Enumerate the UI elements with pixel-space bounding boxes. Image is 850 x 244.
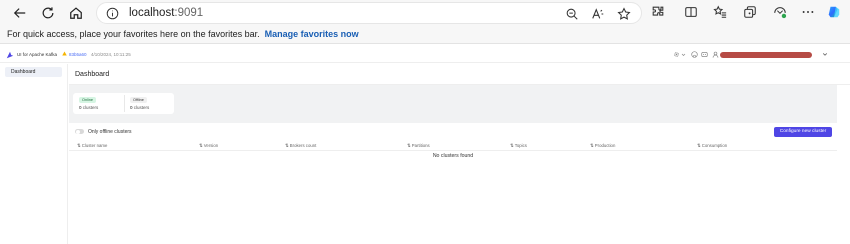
divider	[124, 95, 125, 112]
manage-favorites-link[interactable]: Manage favorites now	[265, 29, 359, 39]
column-header-cluster-name[interactable]: ⇅ Cluster name	[77, 143, 107, 149]
offline-toggle-label: Only offline clusters	[88, 129, 132, 135]
back-arrow-icon[interactable]	[10, 3, 30, 23]
column-header-version[interactable]: ⇅ Version	[199, 143, 218, 149]
empty-table-message: No clusters found	[432, 153, 474, 159]
favorites-bar: For quick access, place your favorites h…	[0, 26, 850, 44]
cluster-stats-card: Online 0 clusters Offline 0 clusters	[73, 93, 174, 114]
cluster-stats-panel: Online 0 clusters Offline 0 clusters	[69, 85, 837, 123]
favorite-star-icon[interactable]	[617, 7, 631, 21]
column-header-topics[interactable]: ⇅ Topics	[510, 143, 527, 149]
warning-icon	[62, 51, 67, 56]
refresh-icon[interactable]	[38, 3, 58, 23]
address-bar[interactable]: localhost:9091	[96, 2, 642, 24]
home-icon[interactable]	[66, 3, 86, 23]
column-header-consumption[interactable]: ⇅ Consumption	[697, 143, 727, 149]
user-icon[interactable]	[712, 51, 719, 58]
kafka-ui-logo-icon[interactable]	[6, 51, 14, 59]
online-clusters-count: 0 clusters	[79, 105, 99, 110]
split-screen-icon[interactable]	[683, 4, 699, 20]
favorites-icon[interactable]	[712, 4, 728, 20]
url-text[interactable]: localhost:9091	[129, 6, 203, 21]
version-date: 4/10/2024, 10:11:25	[91, 52, 131, 57]
app-header: UI for Apache Kafka 83b5a60 4/10/2024, 1…	[0, 48, 850, 63]
sidebar-item-dashboard[interactable]: Dashboard	[5, 67, 62, 77]
info-icon[interactable]	[106, 7, 119, 20]
zoom-out-icon[interactable]	[565, 7, 579, 21]
page-title: Dashboard	[75, 71, 110, 78]
extensions-icon[interactable]	[650, 4, 666, 20]
browser-essentials-icon[interactable]	[772, 4, 788, 20]
user-menu-chevron-icon[interactable]	[822, 51, 828, 57]
main-content: Dashboard Online 0 clusters Offline 0 cl…	[69, 64, 850, 244]
redacted-username	[720, 52, 812, 58]
github-icon[interactable]	[691, 51, 698, 58]
clusters-table-header: ⇅ Cluster name ⇅ Version ⇅ Brokers count…	[69, 141, 837, 151]
version-hash-link[interactable]: 83b5a60	[69, 52, 87, 57]
configure-new-cluster-button[interactable]: Configure new cluster	[774, 127, 832, 137]
favorites-prompt: For quick access, place your favorites h…	[7, 29, 359, 39]
column-header-production[interactable]: ⇅ Production	[590, 143, 615, 149]
browser-toolbar: localhost:9091	[0, 0, 850, 26]
discord-icon[interactable]	[701, 51, 708, 58]
offline-clusters-count: 0 clusters	[130, 105, 150, 110]
app-brand[interactable]: UI for Apache Kafka	[17, 52, 57, 57]
theme-gear-icon[interactable]	[673, 51, 680, 58]
online-badge: Online	[79, 97, 96, 103]
column-header-brokers-count[interactable]: ⇅ Brokers count	[285, 143, 316, 149]
theme-chevron-icon[interactable]	[681, 51, 686, 58]
copilot-icon[interactable]	[826, 4, 842, 20]
offline-clusters-toggle[interactable]	[75, 129, 84, 134]
collections-icon[interactable]	[742, 4, 758, 20]
sidebar: Dashboard	[0, 64, 68, 244]
more-options-icon[interactable]	[800, 4, 816, 20]
sidebar-item-label: Dashboard	[11, 69, 36, 75]
favorites-prompt-text: For quick access, place your favorites h…	[7, 29, 260, 39]
offline-badge: Offline	[130, 97, 147, 103]
read-aloud-icon[interactable]	[591, 7, 605, 21]
column-header-partitions[interactable]: ⇅ Partitions	[407, 143, 430, 149]
